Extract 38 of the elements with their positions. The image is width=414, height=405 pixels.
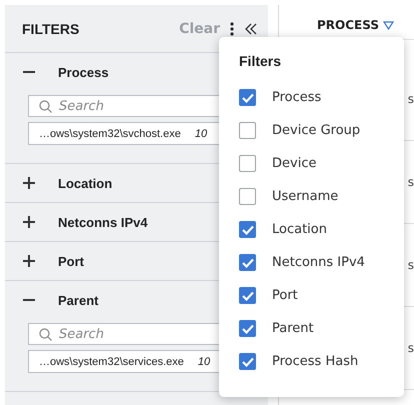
checkbox[interactable] xyxy=(239,254,256,271)
table-cell: s xyxy=(408,175,414,189)
section-title: Parent xyxy=(58,292,98,308)
table-cell: s xyxy=(408,258,414,272)
checkbox[interactable] xyxy=(239,89,256,106)
checkbox-label: Process xyxy=(272,90,322,105)
checkbox-label: Parent xyxy=(272,321,314,336)
expand-icon[interactable] xyxy=(22,215,36,229)
checkbox[interactable] xyxy=(239,320,256,337)
checkbox[interactable] xyxy=(239,353,256,370)
section-title: Port xyxy=(58,254,84,268)
checkbox-label: Netconns IPv4 xyxy=(272,255,365,270)
checkbox-label: Location xyxy=(272,222,327,237)
checkbox-label: Process Hash xyxy=(272,354,358,369)
checkbox-label: Device Group xyxy=(272,123,360,138)
panel-title: FILTERS xyxy=(22,20,80,36)
section-title: Location xyxy=(58,176,112,190)
filter-icon[interactable] xyxy=(383,20,394,30)
checkbox-label: Device xyxy=(272,156,316,171)
collapse-panel-icon[interactable] xyxy=(244,22,258,34)
table-cell: s xyxy=(408,341,414,355)
search-icon xyxy=(39,328,52,340)
more-options-icon[interactable] xyxy=(230,22,234,36)
menu-title: Filters xyxy=(239,53,282,69)
table-cell: s xyxy=(408,92,414,106)
column-header[interactable]: PROCESS xyxy=(317,18,379,32)
checkbox[interactable] xyxy=(239,188,256,205)
search-icon xyxy=(39,100,52,112)
checkbox-label: Port xyxy=(272,288,298,303)
checkbox[interactable] xyxy=(239,287,256,304)
section-title: Netconns IPv4 xyxy=(58,214,148,230)
checkbox[interactable] xyxy=(239,155,256,172)
expand-icon[interactable] xyxy=(22,176,36,190)
checkbox-label: Username xyxy=(272,189,338,204)
expand-icon[interactable] xyxy=(22,254,36,268)
checkbox[interactable] xyxy=(239,122,256,139)
checkbox[interactable] xyxy=(239,221,256,238)
section-title: Process xyxy=(58,64,109,80)
